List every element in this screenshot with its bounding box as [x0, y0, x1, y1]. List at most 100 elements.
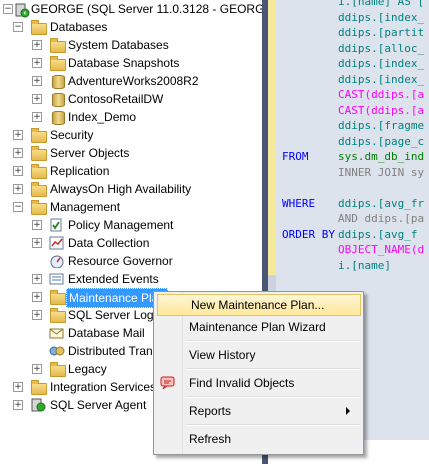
menu-item-label: View History — [189, 348, 256, 362]
tree-node-label: ContosoRetailDW — [68, 92, 164, 106]
sql-expression: CAST(ddips.[a — [338, 103, 425, 117]
expand-icon[interactable]: + — [13, 400, 23, 410]
tree-node-label: Legacy — [68, 362, 107, 376]
mail-icon — [49, 326, 65, 340]
code-line: INNER JOIN sy — [282, 165, 424, 180]
folder-icon — [50, 38, 66, 53]
expand-icon[interactable]: + — [32, 292, 42, 302]
sql-expression: OBJECT_NAME(d — [338, 243, 425, 256]
expand-icon[interactable]: + — [32, 364, 42, 374]
code-line: AND ddips.[pa — [282, 211, 424, 226]
sql-expression: ddips.[alloc_ — [338, 41, 425, 55]
collapse-icon[interactable]: − — [13, 202, 23, 212]
database-icon — [52, 93, 65, 107]
menu-item-label: Maintenance Plan Wizard — [189, 320, 326, 334]
folder-icon — [50, 56, 66, 71]
sql-expression: ddips.[index_ — [338, 72, 425, 86]
tree-node-label: GEORGE (SQL Server 11.0.3128 - GEORG — [31, 2, 262, 16]
expand-icon[interactable]: + — [13, 184, 23, 194]
events-icon — [49, 272, 65, 286]
code-line: CAST(ddips.[a — [282, 87, 424, 102]
expand-icon[interactable]: + — [32, 76, 42, 86]
code-line: i.[name] — [282, 258, 391, 273]
server-icon — [14, 2, 30, 18]
sql-expression: ddips.[fragme — [338, 119, 425, 132]
expand-icon[interactable]: + — [32, 94, 42, 104]
tree-node-label: Resource Governor — [68, 254, 173, 268]
menu-item-view-history[interactable]: View History — [156, 344, 360, 366]
expand-icon[interactable]: + — [13, 166, 23, 176]
chart-icon — [49, 236, 65, 250]
code-line: ddips.[index_ — [282, 56, 424, 71]
sql-expression: ddips.[index_ — [338, 10, 425, 24]
code-line: WHERE ddips.[avg_fr — [282, 196, 424, 211]
folder-icon — [31, 182, 47, 197]
folder-icon — [31, 200, 47, 215]
expand-icon[interactable]: + — [13, 148, 23, 158]
menu-item-refresh[interactable]: Refresh — [156, 428, 360, 450]
folder-icon — [50, 308, 66, 323]
sql-expression: INNER JOIN sy — [338, 165, 425, 179]
policy-icon — [49, 218, 65, 232]
expand-icon[interactable]: + — [13, 130, 23, 140]
code-line: i.[name] AS [ — [282, 0, 424, 9]
tree-node-label: Distributed Tran — [68, 344, 153, 358]
tree-node-label: Replication — [50, 164, 110, 178]
expand-icon[interactable]: + — [32, 58, 42, 68]
sql-keyword: ORDER BY — [282, 227, 335, 241]
folder-icon — [31, 128, 47, 143]
tree-node-label: Databases — [50, 20, 108, 34]
change-tracking-margin — [268, 0, 276, 275]
code-line: ddips.[index_ — [282, 10, 424, 25]
tree-node-label: SQL Server Agent — [50, 398, 147, 412]
expand-icon[interactable]: + — [32, 274, 42, 284]
tree-node-label: SQL Server Logs — [68, 308, 160, 322]
sql-expression: ddips.[page_c — [338, 134, 425, 148]
folder-icon — [31, 380, 47, 395]
folder-icon — [50, 362, 66, 377]
expand-icon[interactable]: + — [32, 112, 42, 122]
expand-icon[interactable]: + — [32, 220, 42, 230]
menu-separator — [186, 396, 360, 398]
code-line: ddips.[fragme — [282, 118, 424, 133]
menu-item-maintenance-plan-wizard[interactable]: Maintenance Plan Wizard — [156, 316, 360, 338]
menu-separator — [186, 424, 360, 426]
transaction-icon — [49, 344, 65, 358]
expand-icon[interactable]: + — [32, 238, 42, 248]
menu-item-label: New Maintenance Plan... — [191, 298, 325, 312]
code-line: ddips.[partit — [282, 25, 424, 40]
collapse-icon[interactable]: − — [3, 4, 13, 14]
sql-keyword: WHERE — [282, 196, 316, 210]
tree-node-label: Database Mail — [68, 326, 145, 340]
folder-icon — [31, 146, 47, 161]
expand-icon[interactable]: + — [32, 310, 42, 320]
menu-separator — [186, 340, 360, 342]
agent-icon — [30, 398, 46, 412]
menu-item-new-maintenance-plan[interactable]: New Maintenance Plan... — [157, 294, 361, 316]
sql-expression: ddips.[avg_f — [338, 227, 418, 241]
sql-expression: i.[name] AS [ — [338, 0, 425, 8]
sql-expression: ddips.[index_ — [338, 57, 425, 70]
sql-keyword: FROM — [282, 150, 309, 163]
code-line: ddips.[index_ — [282, 72, 424, 87]
menu-item-find-invalid-objects[interactable]: Find Invalid Objects — [156, 372, 360, 394]
find-invalid-icon — [160, 375, 176, 398]
sql-expression: i.[name] — [338, 258, 391, 272]
collapse-icon[interactable]: − — [13, 22, 23, 32]
menu-item-reports[interactable]: Reports — [156, 400, 360, 422]
sql-expression: AND ddips.[pa — [338, 212, 425, 225]
tree-node-label: Management — [50, 200, 121, 214]
tree-node-label: Integration Services — [50, 380, 157, 394]
context-menu: New Maintenance Plan... Maintenance Plan… — [153, 291, 364, 455]
tree-node-label: Database Snapshots — [68, 56, 180, 70]
tree-node-label: Server Objects — [50, 146, 130, 160]
menu-item-label: Refresh — [189, 432, 232, 446]
expand-icon[interactable]: + — [32, 40, 42, 50]
submenu-arrow-icon — [346, 407, 350, 415]
menu-separator — [186, 368, 360, 370]
tree-node-label: Data Collection — [68, 236, 150, 250]
expand-icon[interactable]: + — [13, 382, 23, 392]
code-line: FROM sys.dm_db_ind — [282, 149, 424, 164]
sql-expression: ddips.[partit — [338, 26, 425, 39]
